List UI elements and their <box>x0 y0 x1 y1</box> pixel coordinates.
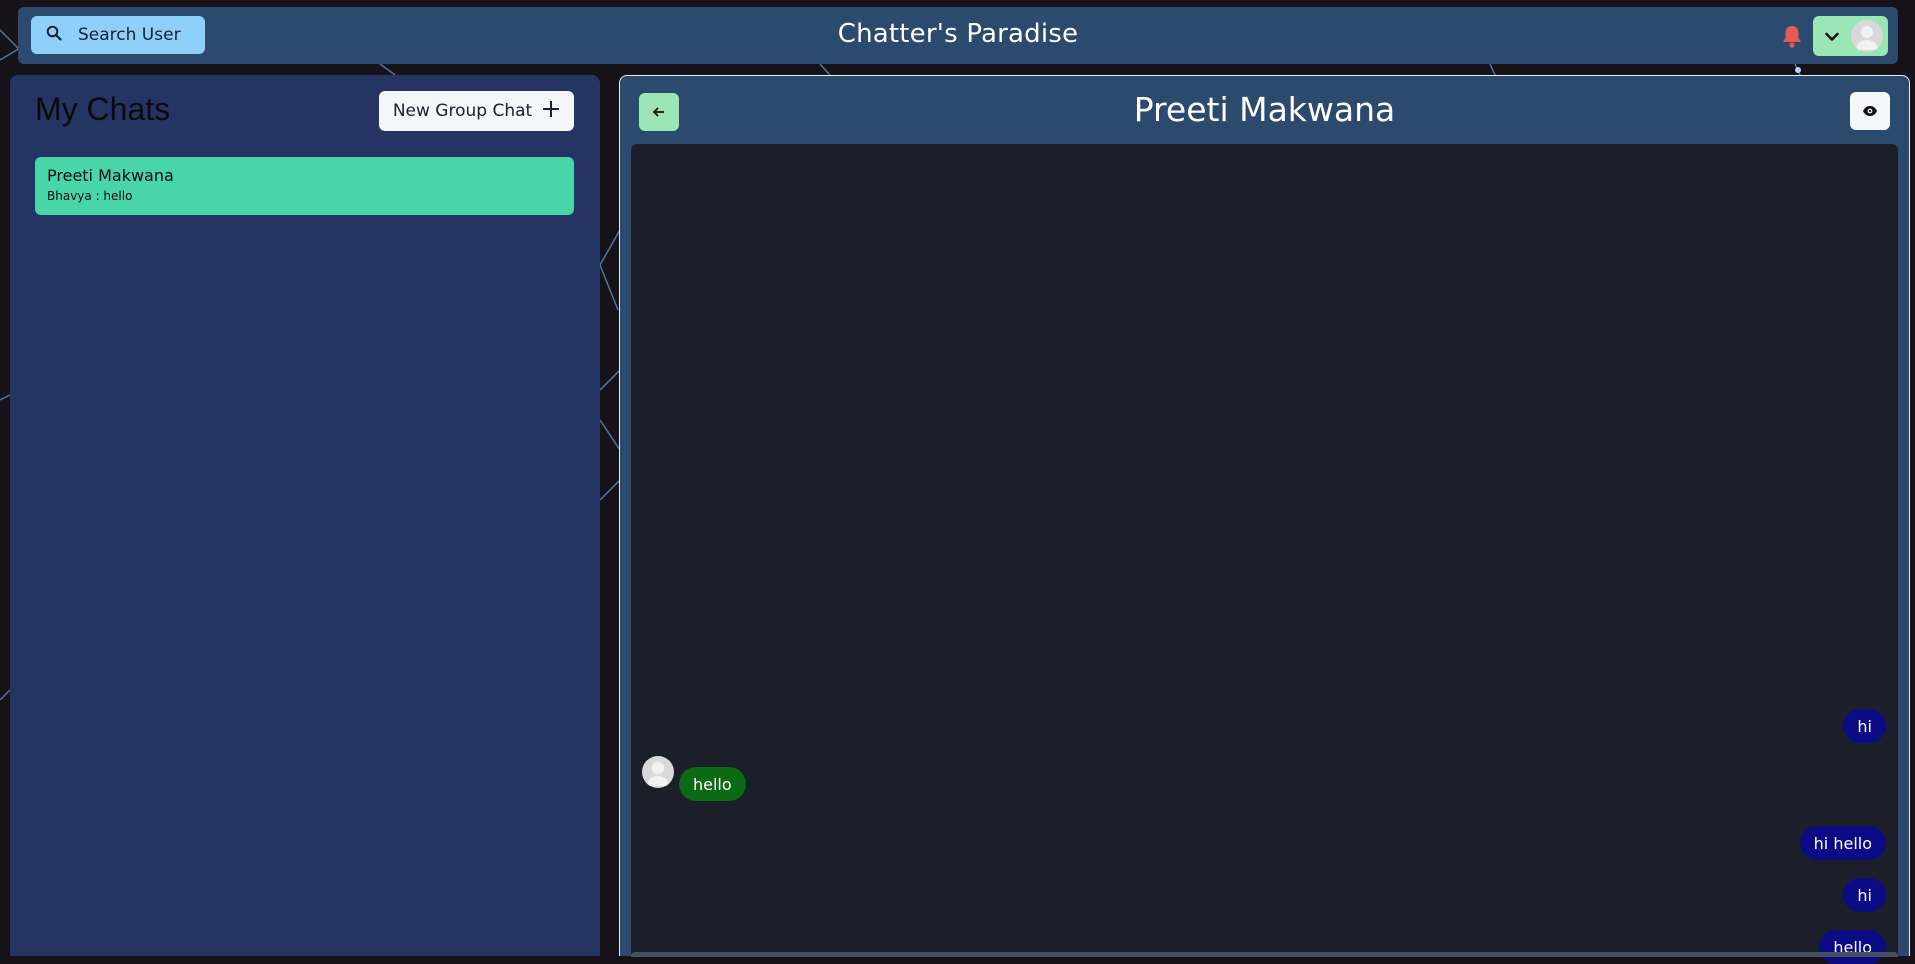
message-bubble-sent: hi hello <box>1799 826 1886 860</box>
message-bubble-sent: hi <box>1843 878 1886 912</box>
app-title: Chatter's Paradise <box>837 19 1079 49</box>
eye-icon <box>1862 102 1878 121</box>
chat-item-latest-message: Bhavya : hello <box>47 189 133 203</box>
messages-area[interactable]: hi hello hi hello hi hello <box>631 144 1898 964</box>
bell-icon[interactable] <box>1778 22 1806 50</box>
profile-menu-button[interactable] <box>1813 16 1888 56</box>
new-group-chat-label: New Group Chat <box>392 101 533 121</box>
chat-window: Preeti Makwana hi hello hi hello hi hell… <box>619 75 1910 964</box>
message-bubble-sent: hi <box>1843 709 1886 743</box>
my-chats-heading: My Chats <box>35 91 171 127</box>
message-bubble-sent: hello <box>1819 930 1886 964</box>
chat-title: Preeti Makwana <box>1133 90 1396 129</box>
user-avatar-icon <box>1851 20 1883 52</box>
message-input[interactable] <box>631 952 1898 957</box>
chevron-down-icon <box>1825 27 1839 46</box>
top-bar: Search User Chatter's Paradise <box>18 7 1898 64</box>
new-group-chat-button[interactable]: New Group Chat <box>379 91 574 131</box>
view-profile-button[interactable] <box>1850 92 1890 130</box>
chat-list-panel: My Chats New Group Chat Preeti Makwana B… <box>10 75 600 956</box>
chat-list-item[interactable]: Preeti Makwana Bhavya : hello <box>35 157 574 215</box>
message-bubble-received: hello <box>679 767 746 801</box>
plus-icon <box>542 100 560 123</box>
sender-avatar-icon <box>642 756 674 788</box>
chat-item-name: Preeti Makwana <box>47 166 174 185</box>
